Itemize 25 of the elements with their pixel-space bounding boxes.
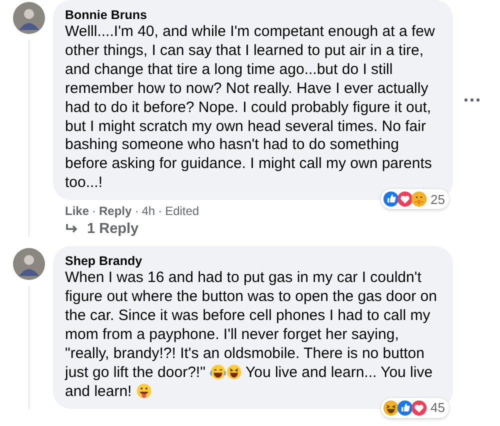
edited-label: Edited [165, 203, 200, 220]
view-replies-link[interactable]: 1 Reply [53, 219, 151, 238]
hugging-face-icon [410, 191, 427, 208]
more-options-icon[interactable] [464, 98, 480, 102]
action-link[interactable]: Like [65, 203, 90, 220]
separator-dot: · [158, 203, 162, 220]
thumbs-up-icon [396, 400, 413, 416]
reaction-count: 25 [430, 192, 445, 207]
reaction-badge[interactable]: 45 [380, 398, 449, 418]
action-link[interactable]: Reply [99, 203, 132, 220]
separator-dot: · [92, 203, 96, 220]
tongue-out-face-icon [136, 382, 152, 399]
author-name[interactable]: Bonnie Bruns [65, 7, 441, 23]
avatar[interactable] [13, 2, 45, 34]
reaction-badge[interactable]: 25 [380, 189, 449, 210]
reaction-count: 45 [430, 400, 445, 415]
thumbs-up-icon [382, 191, 399, 208]
reply-arrow-icon [65, 223, 79, 236]
timestamp[interactable]: 4h [142, 203, 156, 220]
laughing-face-icon [382, 400, 399, 416]
rolling-laughing-face-icon [226, 364, 242, 380]
avatar[interactable] [13, 248, 45, 280]
separator-dot: · [134, 203, 139, 220]
author-name[interactable]: Shep Brandy [65, 253, 441, 270]
tears-of-joy-face-icon [210, 364, 226, 380]
